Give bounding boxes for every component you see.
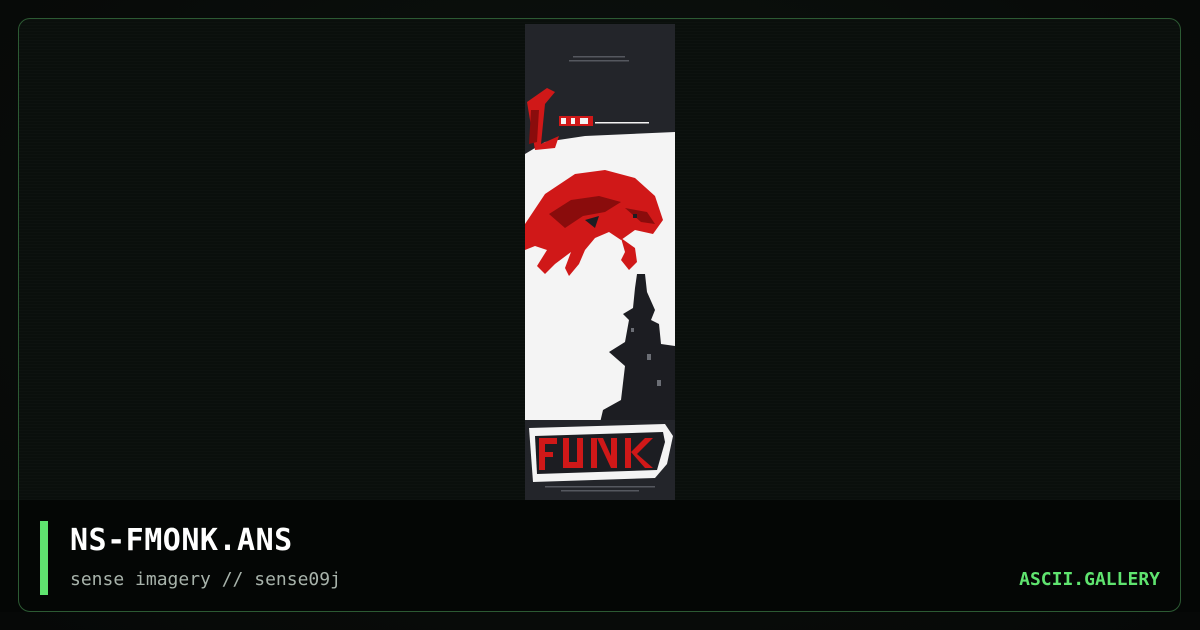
- artwork-preview[interactable]: [525, 24, 675, 500]
- og-card: NS-FMONK.ANS sense imagery // sense09j A…: [0, 0, 1200, 630]
- artwork-title: NS-FMONK.ANS: [70, 523, 293, 558]
- site-brand-link[interactable]: ASCII.GALLERY: [1019, 568, 1160, 592]
- accent-bar: [40, 521, 48, 595]
- artwork-credits: sense imagery // sense09j: [70, 569, 341, 590]
- funk-logo-graphic: [525, 420, 675, 500]
- ansi-art-image: [525, 24, 675, 500]
